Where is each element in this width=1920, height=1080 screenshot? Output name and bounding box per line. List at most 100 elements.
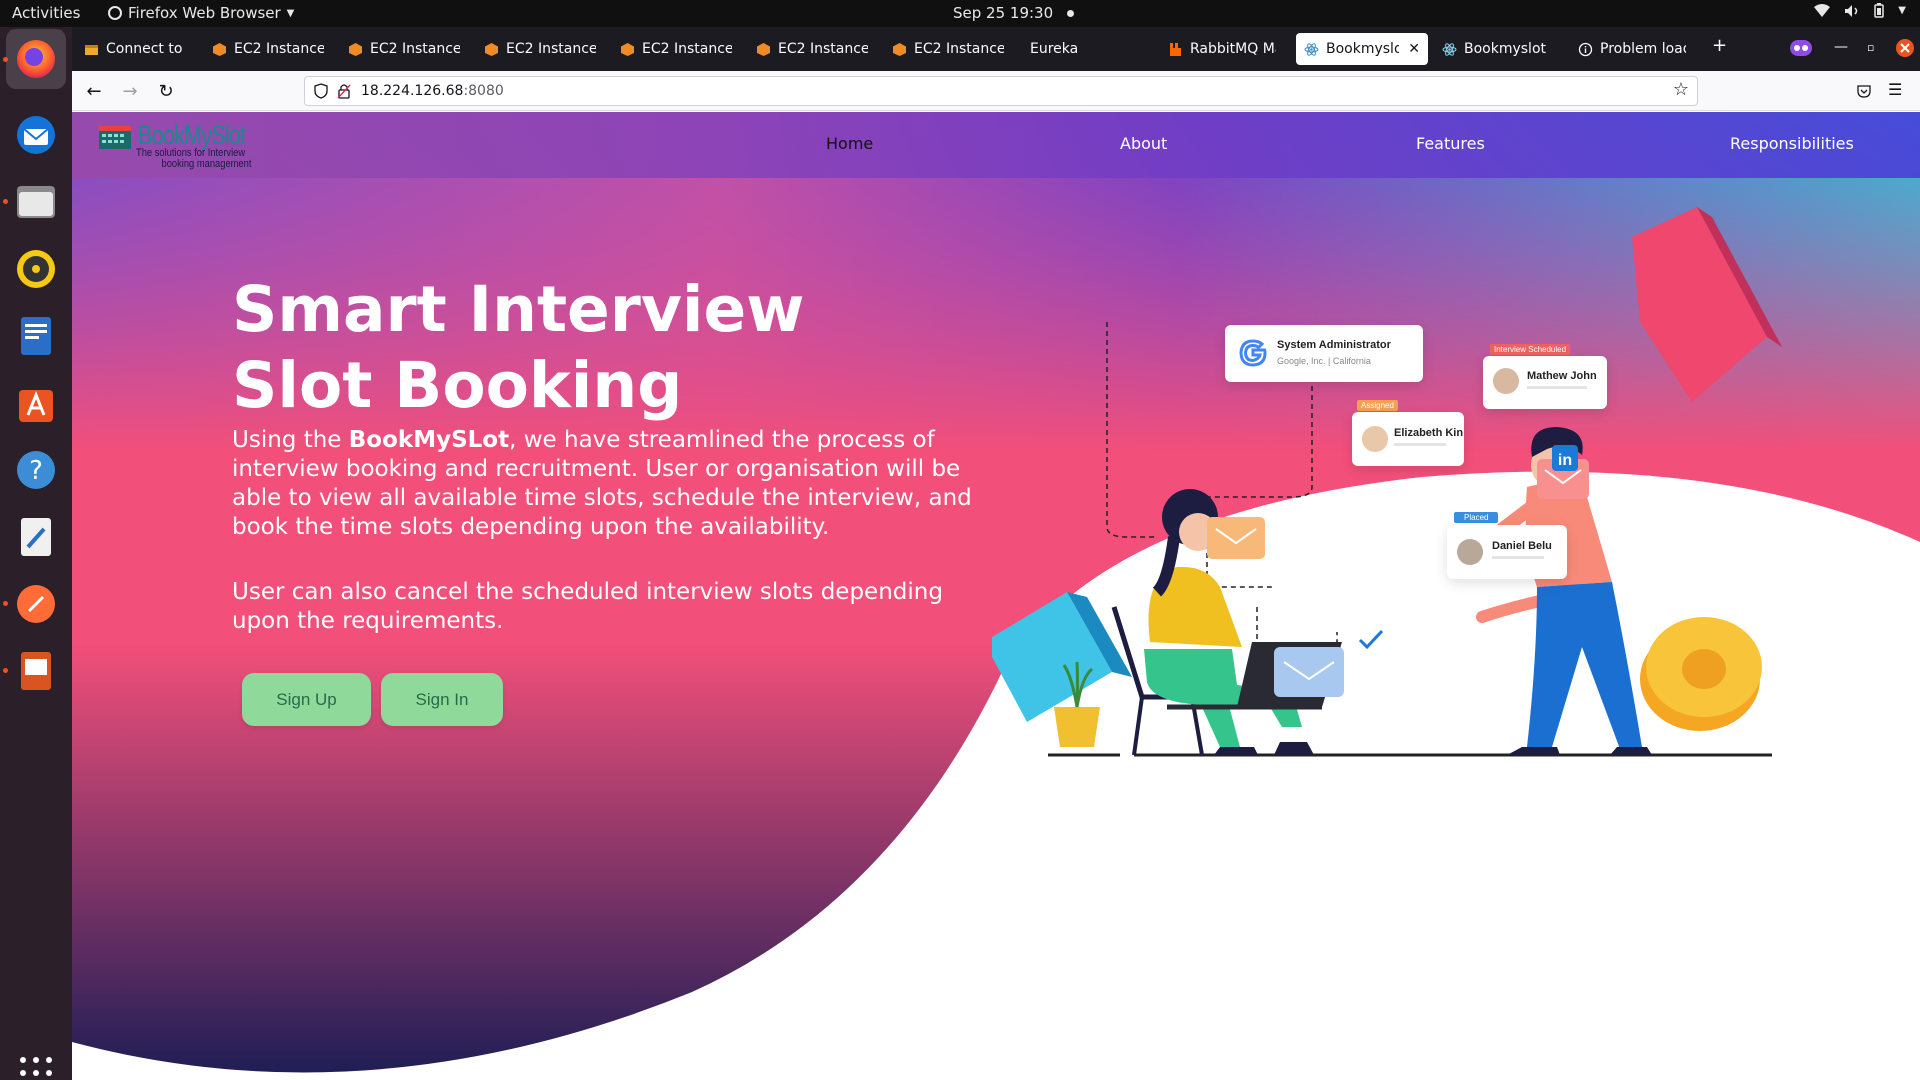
- headline-line-2: Slot Booking: [232, 349, 683, 422]
- url-bar[interactable]: 18.224.126.68:8080 ☆: [304, 76, 1698, 106]
- activities-button[interactable]: Activities: [12, 4, 80, 22]
- ec2-icon: [757, 42, 770, 56]
- dock-software[interactable]: [12, 379, 60, 427]
- sign-in-button[interactable]: Sign In: [381, 673, 503, 726]
- dock-files[interactable]: [12, 178, 60, 226]
- clock-label: Sep 25 19:30: [953, 4, 1054, 22]
- card-sysadmin-title: System Administrator: [1277, 339, 1391, 351]
- web-page: BookMySlot The solutions for Interview b…: [72, 112, 1920, 1080]
- card-system-administrator: System Administrator Google, Inc. | Cali…: [1225, 325, 1423, 382]
- postman-icon: [17, 585, 55, 623]
- hero-paragraph-1: Using the BookMySLot, we have streamline…: [232, 426, 972, 542]
- clock[interactable]: Sep 25 19:30: [953, 4, 1075, 22]
- private-browsing-icon[interactable]: [1790, 38, 1812, 58]
- tag-placed: Placed: [1454, 512, 1499, 523]
- ec2-icon: [893, 42, 906, 56]
- url-host: 18.224.126.68: [361, 83, 464, 99]
- dock-text-editor[interactable]: [12, 513, 60, 561]
- illustration-artwork: in: [992, 207, 1782, 757]
- writer-icon: [21, 317, 51, 355]
- files-icon: [17, 186, 55, 218]
- system-tray[interactable]: ▼: [1814, 3, 1906, 18]
- tab-ec2-2[interactable]: EC2 Instance C: [340, 33, 468, 65]
- dock-impress[interactable]: [12, 647, 60, 695]
- dock-postman[interactable]: [12, 580, 60, 628]
- close-tab-icon[interactable]: ✕: [1408, 41, 1420, 57]
- nav-responsibilities[interactable]: Responsibilities: [1730, 134, 1854, 153]
- react-icon: [1442, 42, 1457, 56]
- firefox-small-icon: [108, 6, 122, 20]
- text-editor-icon: [21, 518, 51, 556]
- nav-home[interactable]: Home: [826, 134, 873, 153]
- running-indicator: [3, 199, 8, 204]
- reload-icon[interactable]: ↻: [154, 79, 178, 103]
- card-mathew-name: Mathew John: [1527, 370, 1597, 382]
- bookmark-star-icon[interactable]: ☆: [1673, 79, 1689, 100]
- dock-help[interactable]: ?: [12, 446, 60, 494]
- wifi-icon: [1814, 3, 1831, 17]
- pocket-icon[interactable]: [1856, 83, 1872, 99]
- hero-paragraph-2: User can also cancel the scheduled inter…: [232, 579, 943, 634]
- tab-ec2-4[interactable]: EC2 Instance C: [612, 33, 740, 65]
- running-indicator: [3, 668, 8, 673]
- tag-interview-scheduled: Interview Scheduled: [1490, 344, 1571, 355]
- ec2-icon: [485, 42, 498, 56]
- sign-up-button[interactable]: Sign Up: [242, 673, 371, 726]
- tab-ec2-3[interactable]: EC2 Instance C: [476, 33, 604, 65]
- google-logo-icon: [1239, 339, 1267, 367]
- dock-thunderbird[interactable]: [12, 111, 60, 159]
- firefox-window: Connect to ins EC2 Instance C EC2 Instan…: [72, 27, 1920, 1080]
- url-text: 18.224.126.68:8080: [361, 83, 504, 99]
- tab-bookmyslot-2[interactable]: Bookmyslot: [1434, 33, 1562, 65]
- caret-down-icon: ▼: [286, 7, 295, 19]
- card-placeholder-line: [1492, 556, 1544, 559]
- nav-features[interactable]: Features: [1416, 134, 1485, 153]
- tab-ec2-5[interactable]: EC2 Instance C: [748, 33, 876, 65]
- info-icon: [1578, 42, 1593, 56]
- url-port: :8080: [463, 83, 504, 99]
- nav-toolbar: ← → ↻ 18.224.126.68:8080 ☆ ☰: [72, 71, 1920, 111]
- forward-icon[interactable]: →: [118, 79, 142, 103]
- card-placeholder-line: [1527, 386, 1587, 389]
- calendar-logo-icon: [99, 126, 131, 149]
- firefox-icon: [17, 40, 55, 78]
- avatar: [1362, 426, 1388, 452]
- nav-about[interactable]: About: [1120, 134, 1167, 153]
- close-window-icon[interactable]: [1895, 38, 1915, 58]
- dock-rhythmbox[interactable]: [12, 245, 60, 293]
- shield-icon[interactable]: [313, 83, 329, 99]
- tab-strip: Connect to ins EC2 Instance C EC2 Instan…: [72, 27, 1920, 71]
- hamburger-menu-icon[interactable]: ☰: [1888, 80, 1902, 99]
- tab-connect[interactable]: Connect to ins: [76, 33, 196, 65]
- logo-subtitle: The solutions for Interview booking mana…: [136, 148, 264, 170]
- site-logo[interactable]: BookMySlot The solutions for Interview b…: [98, 118, 268, 174]
- tab-ec2-6[interactable]: EC2 Instance C: [884, 33, 1012, 65]
- dock-writer[interactable]: [12, 312, 60, 360]
- hero-headline: Smart Interview Slot Booking: [232, 272, 932, 424]
- new-tab-icon[interactable]: +: [1712, 35, 1727, 56]
- help-icon: ?: [17, 451, 55, 489]
- app-menu[interactable]: Firefox Web Browser ▼: [108, 4, 294, 22]
- para1-before: Using the: [232, 427, 349, 453]
- tab-ec2-1[interactable]: EC2 Instance C: [204, 33, 332, 65]
- thunderbird-icon: [17, 116, 55, 154]
- avatar: [1493, 368, 1519, 394]
- ec2-icon: [621, 42, 634, 56]
- card-sysadmin-sub: Google, Inc. | California: [1277, 356, 1371, 366]
- show-apps-icon[interactable]: [20, 1057, 52, 1080]
- card-mathew-john: Mathew John: [1483, 356, 1607, 409]
- battery-icon: [1874, 3, 1885, 18]
- insecure-lock-icon[interactable]: [337, 83, 351, 99]
- dock-firefox[interactable]: [6, 29, 66, 89]
- tab-problem-loading[interactable]: Problem loadi: [1570, 33, 1694, 65]
- restore-icon[interactable]: ▫: [1867, 41, 1874, 54]
- ec2-icon: [349, 42, 362, 56]
- back-icon[interactable]: ←: [82, 79, 106, 103]
- tab-rabbitmq[interactable]: RabbitMQ Ma: [1160, 33, 1284, 65]
- rhythmbox-icon: [17, 250, 55, 288]
- dock: ?: [0, 27, 72, 1080]
- tab-eureka[interactable]: Eureka: [1022, 33, 1142, 65]
- minimize-icon[interactable]: —: [1834, 39, 1848, 55]
- tab-bookmyslot-active[interactable]: Bookmyslot ✕: [1296, 33, 1428, 65]
- running-indicator: [3, 601, 8, 606]
